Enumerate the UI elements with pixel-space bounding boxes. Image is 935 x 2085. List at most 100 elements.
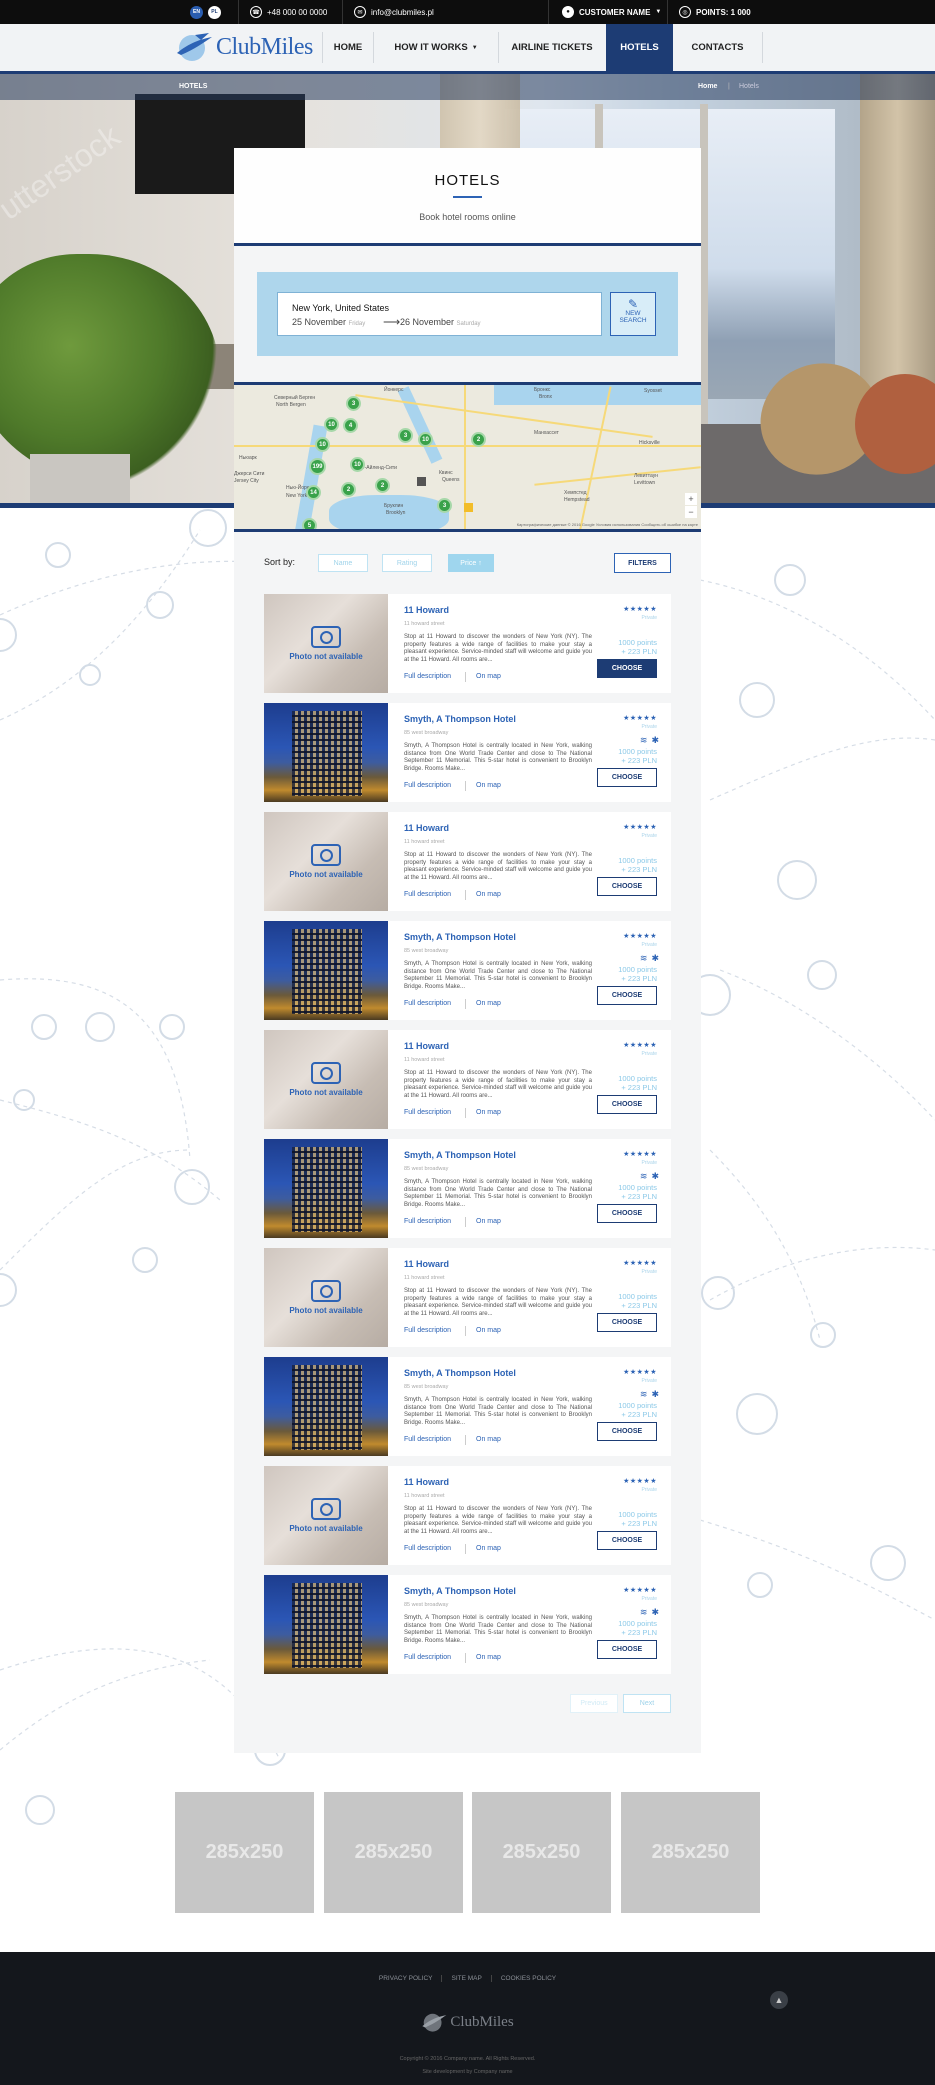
full-description-link[interactable]: Full description (404, 1000, 451, 1007)
hotel-photo[interactable]: Photo not available (264, 1248, 388, 1347)
zoom-out-button[interactable]: − (685, 506, 697, 518)
map-cluster[interactable]: 3 (437, 498, 452, 513)
full-description-link[interactable]: Full description (404, 1654, 451, 1661)
nav-hotels[interactable]: HOTELS (606, 24, 673, 71)
choose-button[interactable]: CHOOSE (597, 1095, 657, 1114)
choose-button[interactable]: CHOOSE (597, 986, 657, 1005)
hotel-name[interactable]: 11 Howard (404, 1477, 449, 1487)
new-search-button[interactable]: ✎ NEW SEARCH (610, 292, 656, 336)
nav-home[interactable]: HOME (323, 24, 373, 71)
hotel-photo[interactable] (264, 921, 388, 1020)
on-map-link[interactable]: On map (476, 673, 501, 680)
on-map-link[interactable]: On map (476, 891, 501, 898)
choose-button[interactable]: CHOOSE (597, 768, 657, 787)
on-map-link[interactable]: On map (476, 1654, 501, 1661)
map-cluster[interactable]: 2 (341, 482, 356, 497)
sort-by-price-button[interactable]: Price ↑ (448, 554, 494, 572)
ad-banner[interactable]: 285x250 (175, 1792, 314, 1913)
hotels-map[interactable]: Северный Берген North Bergen Бронкс Bron… (234, 382, 701, 532)
full-description-link[interactable]: Full description (404, 1327, 451, 1334)
map-pegman-icon[interactable] (464, 503, 473, 512)
hotel-name[interactable]: 11 Howard (404, 1259, 449, 1269)
points-balance[interactable]: ◎ POINTS: 1 000 (679, 0, 751, 24)
lang-pl-button[interactable]: PL (208, 5, 221, 19)
ad-banner[interactable]: 285x250 (472, 1792, 611, 1913)
map-cluster[interactable]: 10 (418, 432, 433, 447)
map-cluster[interactable]: 5 (302, 518, 317, 529)
choose-button[interactable]: CHOOSE (597, 1204, 657, 1223)
scroll-to-top-icon[interactable]: ▲ (770, 1991, 788, 2009)
sort-by-rating-button[interactable]: Rating (382, 554, 432, 572)
email-contact[interactable]: ✉ info@clubmiles.pl (354, 0, 434, 24)
ad-banner[interactable]: 285x250 (621, 1792, 760, 1913)
cookies-policy-link[interactable]: COOKIES POLICY (492, 1975, 565, 1982)
customer-menu[interactable]: ● CUSTOMER NAME ▼ (562, 0, 661, 24)
hotel-name[interactable]: 11 Howard (404, 605, 449, 615)
previous-page-button[interactable]: Previous (570, 1694, 618, 1713)
sort-by-name-button[interactable]: Name (318, 554, 368, 572)
hotel-name[interactable]: Smyth, A Thompson Hotel (404, 1368, 516, 1378)
lang-en-button[interactable]: EN (190, 5, 203, 19)
hotel-photo[interactable] (264, 703, 388, 802)
hotel-photo[interactable]: Photo not available (264, 1466, 388, 1565)
privacy-policy-link[interactable]: PRIVACY POLICY (370, 1975, 443, 1982)
hotel-photo[interactable]: Photo not available (264, 594, 388, 693)
site-map-link[interactable]: SITE MAP (442, 1975, 492, 1982)
hotel-name[interactable]: 11 Howard (404, 1041, 449, 1051)
choose-button[interactable]: CHOOSE (597, 1313, 657, 1332)
map-cluster[interactable]: 10 (350, 457, 365, 472)
nav-contacts[interactable]: CONTACTS (673, 24, 762, 71)
nav-how-it-works[interactable]: HOW IT WORKS ▼ (374, 24, 498, 71)
choose-button[interactable]: CHOOSE (597, 1422, 657, 1441)
hotel-photo[interactable]: Photo not available (264, 812, 388, 911)
on-map-link[interactable]: On map (476, 1000, 501, 1007)
on-map-link[interactable]: On map (476, 1327, 501, 1334)
nav-airline-tickets[interactable]: AIRLINE TICKETS (499, 24, 605, 71)
choose-button[interactable]: CHOOSE (597, 1640, 657, 1659)
on-map-link[interactable]: On map (476, 1436, 501, 1443)
filters-button[interactable]: FILTERS (614, 553, 671, 573)
on-map-link[interactable]: On map (476, 1218, 501, 1225)
search-summary[interactable]: New York, United States 25 November Frid… (277, 292, 602, 336)
on-map-link[interactable]: On map (476, 782, 501, 789)
full-description-link[interactable]: Full description (404, 782, 451, 789)
hotel-name[interactable]: Smyth, A Thompson Hotel (404, 1586, 516, 1596)
map-cluster[interactable]: 2 (375, 478, 390, 493)
footer-logo[interactable]: ClubMiles (0, 2011, 935, 2033)
full-description-link[interactable]: Full description (404, 891, 451, 898)
hotel-photo[interactable] (264, 1139, 388, 1238)
map-cluster[interactable]: 10 (324, 417, 339, 432)
on-map-link[interactable]: On map (476, 1109, 501, 1116)
phone-contact[interactable]: ☎ +48 000 00 0000 (250, 0, 327, 24)
map-cluster[interactable]: 3 (346, 396, 361, 411)
map-cluster[interactable]: 14 (306, 485, 321, 500)
zoom-in-button[interactable]: + (685, 493, 697, 505)
hotel-photo[interactable]: Photo not available (264, 1030, 388, 1129)
choose-button[interactable]: CHOOSE (597, 877, 657, 896)
full-description-link[interactable]: Full description (404, 1109, 451, 1116)
on-map-link[interactable]: On map (476, 1545, 501, 1552)
logo[interactable]: ClubMiles (175, 31, 313, 63)
map-marker-icon[interactable] (417, 477, 426, 486)
hotel-name[interactable]: Smyth, A Thompson Hotel (404, 932, 516, 942)
hotel-name[interactable]: Smyth, A Thompson Hotel (404, 714, 516, 724)
camera-icon (311, 844, 341, 866)
hotel-photo[interactable] (264, 1357, 388, 1456)
map-cluster[interactable]: 3 (398, 428, 413, 443)
map-cluster[interactable]: 199 (309, 458, 326, 475)
choose-button[interactable]: CHOOSE (597, 659, 657, 678)
hotel-name[interactable]: 11 Howard (404, 823, 449, 833)
hotel-name[interactable]: Smyth, A Thompson Hotel (404, 1150, 516, 1160)
full-description-link[interactable]: Full description (404, 1545, 451, 1552)
full-description-link[interactable]: Full description (404, 1436, 451, 1443)
map-cluster[interactable]: 4 (343, 418, 358, 433)
hotel-photo[interactable] (264, 1575, 388, 1674)
ad-banner[interactable]: 285x250 (324, 1792, 463, 1913)
full-description-link[interactable]: Full description (404, 673, 451, 680)
map-cluster[interactable]: 2 (471, 432, 486, 447)
map-cluster[interactable]: 10 (315, 437, 330, 452)
next-page-button[interactable]: Next (623, 1694, 671, 1713)
breadcrumb-home[interactable]: Home (698, 83, 717, 90)
full-description-link[interactable]: Full description (404, 1218, 451, 1225)
choose-button[interactable]: CHOOSE (597, 1531, 657, 1550)
